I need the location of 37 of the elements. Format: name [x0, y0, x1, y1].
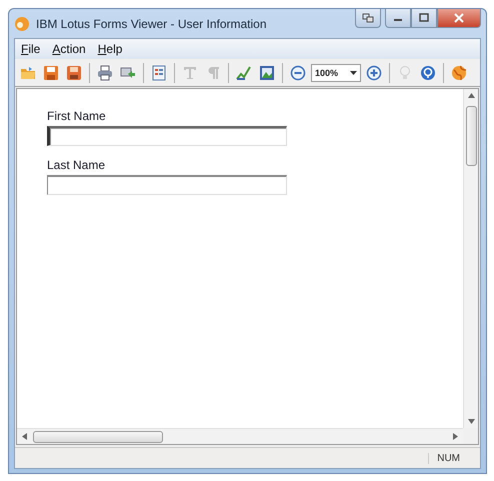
- lightbulb-icon: [397, 64, 413, 80]
- minimize-button[interactable]: [385, 9, 411, 28]
- left-arrow-icon[interactable]: [22, 433, 27, 440]
- input-field[interactable]: [47, 126, 287, 146]
- zoom-dropdown[interactable]: 100%: [311, 64, 361, 82]
- form-icon: [151, 64, 167, 80]
- caret-icon: [350, 70, 357, 74]
- menu-item[interactable]: Action: [52, 42, 86, 56]
- text-icon: [182, 64, 198, 80]
- field-label: Last Name: [47, 158, 106, 172]
- scroll-thumb[interactable]: [33, 430, 163, 442]
- field-label: First Name: [47, 109, 107, 123]
- zoom-out-icon: [290, 64, 306, 80]
- app-icon: [14, 16, 30, 32]
- num-lock-indicator: NUM: [428, 452, 468, 464]
- input-field[interactable]: [47, 175, 287, 195]
- up-arrow-icon[interactable]: [468, 93, 474, 98]
- close-icon: [454, 13, 464, 23]
- window-icon: [362, 13, 374, 23]
- maximize-button[interactable]: [411, 9, 437, 28]
- window-title: IBM Lotus Forms Viewer - User Information: [36, 16, 267, 30]
- horizontal-scrollbar[interactable]: [17, 428, 463, 444]
- send-icon: [120, 64, 136, 80]
- zoom-in-icon: [366, 64, 382, 80]
- picture-icon: [259, 64, 275, 80]
- menu-item[interactable]: File: [21, 42, 40, 56]
- scroll-thumb[interactable]: [466, 106, 476, 166]
- vertical-scrollbar[interactable]: [463, 89, 478, 428]
- close-button[interactable]: [437, 9, 481, 28]
- folder-icon: [20, 64, 36, 80]
- right-arrow-icon[interactable]: [453, 433, 458, 440]
- restore-button[interactable]: [355, 9, 381, 28]
- menu-item[interactable]: Help: [98, 42, 122, 56]
- maximize-icon: [419, 13, 429, 23]
- printer-icon: [97, 64, 113, 80]
- printer-button[interactable]: [95, 62, 115, 82]
- down-arrow-icon[interactable]: [468, 419, 474, 424]
